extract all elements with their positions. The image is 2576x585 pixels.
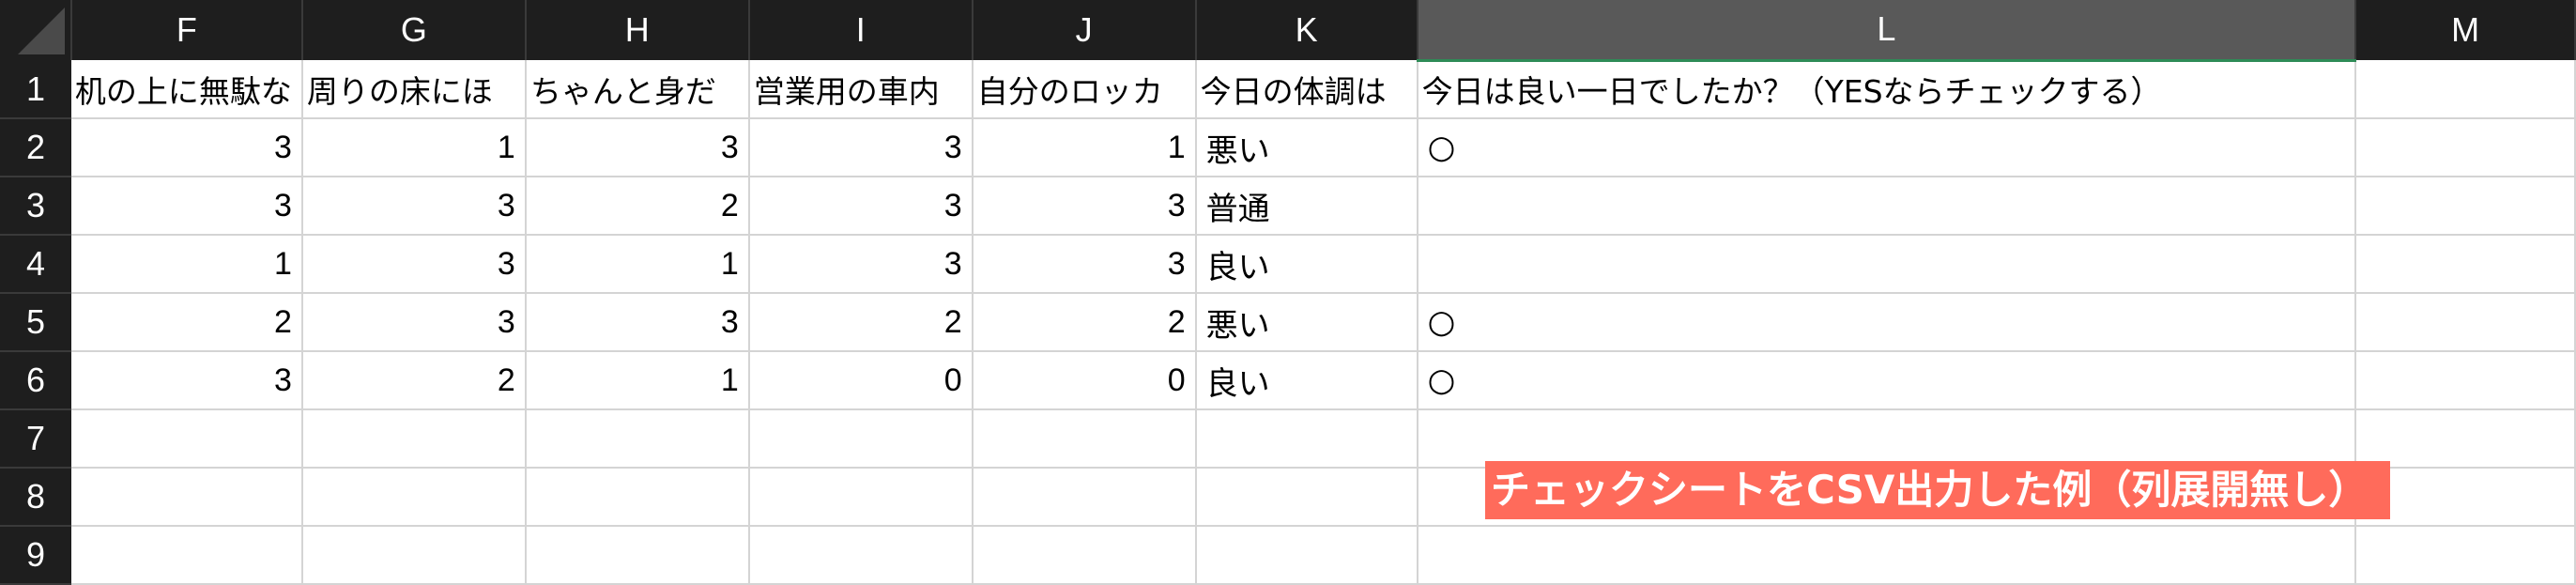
cell-g7[interactable] — [301, 409, 527, 469]
cell-k2[interactable]: 悪い — [1195, 118, 1418, 177]
cell-g9[interactable] — [301, 526, 527, 585]
cell-h4[interactable]: 1 — [525, 235, 750, 294]
row-header-2[interactable]: 2 — [0, 118, 71, 177]
cell-h9[interactable] — [525, 526, 750, 585]
cell-k9[interactable] — [1195, 526, 1418, 585]
cell-f8[interactable] — [70, 468, 303, 527]
row-header-8[interactable]: 8 — [0, 468, 71, 527]
cell-l3[interactable] — [1417, 177, 2357, 236]
cell-m3[interactable] — [2355, 177, 2576, 236]
row-header-9[interactable]: 9 — [0, 526, 71, 585]
cell-i6[interactable]: 0 — [748, 351, 974, 410]
cell-h3[interactable]: 2 — [525, 177, 750, 236]
cell-l1[interactable]: 今日は良い一日でしたか？（YESならチェックする） — [1417, 60, 2357, 119]
cell-m9[interactable] — [2355, 526, 2576, 585]
cell-g4[interactable]: 3 — [301, 235, 527, 294]
select-all-corner[interactable] — [0, 0, 72, 60]
cell-f9[interactable] — [70, 526, 303, 585]
cell-g1[interactable]: 周りの床にほ — [301, 60, 527, 119]
cell-h7[interactable] — [525, 409, 750, 469]
row-header-4[interactable]: 4 — [0, 235, 71, 294]
cell-m5[interactable] — [2355, 293, 2576, 352]
cell-f7[interactable] — [70, 409, 303, 469]
cell-l5[interactable]: ○ — [1417, 293, 2357, 352]
column-header-m[interactable]: M — [2355, 0, 2576, 60]
column-header-i[interactable]: I — [748, 0, 974, 60]
cell-g5[interactable]: 3 — [301, 293, 527, 352]
cell-k7[interactable] — [1195, 409, 1418, 469]
cell-l2[interactable]: ○ — [1417, 118, 2357, 177]
cell-j2[interactable]: 1 — [972, 118, 1197, 177]
cell-j5[interactable]: 2 — [972, 293, 1197, 352]
row-header-5[interactable]: 5 — [0, 293, 71, 352]
cell-g6[interactable]: 2 — [301, 351, 527, 410]
column-header-l[interactable]: L — [1417, 0, 2357, 62]
cell-k1[interactable]: 今日の体調は — [1195, 60, 1418, 119]
column-header-f[interactable]: F — [70, 0, 303, 60]
cell-k3[interactable]: 普通 — [1195, 177, 1418, 236]
cell-h6[interactable]: 1 — [525, 351, 750, 410]
row-header-6[interactable]: 6 — [0, 351, 71, 410]
cell-j9[interactable] — [972, 526, 1197, 585]
cell-i8[interactable] — [748, 468, 974, 527]
annotation-label: チェックシートをCSV出力した例（列展開無し） — [1485, 461, 2391, 519]
cell-l6[interactable]: ○ — [1417, 351, 2357, 410]
cell-m2[interactable] — [2355, 118, 2576, 177]
cell-h1[interactable]: ちゃんと身だ — [525, 60, 750, 119]
cell-k6[interactable]: 良い — [1195, 351, 1418, 410]
row-header-3[interactable]: 3 — [0, 177, 71, 236]
cell-h5[interactable]: 3 — [525, 293, 750, 352]
cell-j8[interactable] — [972, 468, 1197, 527]
cell-i4[interactable]: 3 — [748, 235, 974, 294]
cell-m4[interactable] — [2355, 235, 2576, 294]
circle-mark-icon: ○ — [1427, 303, 1456, 341]
cell-i7[interactable] — [748, 409, 974, 469]
cell-f5[interactable]: 2 — [70, 293, 303, 352]
circle-mark-icon: ○ — [1427, 129, 1456, 166]
cell-k4[interactable]: 良い — [1195, 235, 1418, 294]
cell-j3[interactable]: 3 — [972, 177, 1197, 236]
cell-g3[interactable]: 3 — [301, 177, 527, 236]
cell-k8[interactable] — [1195, 468, 1418, 527]
cell-l7[interactable] — [1417, 409, 2357, 469]
cell-i9[interactable] — [748, 526, 974, 585]
column-header-j[interactable]: J — [972, 0, 1197, 60]
cell-j1[interactable]: 自分のロッカ — [972, 60, 1197, 119]
circle-mark-icon: ○ — [1427, 362, 1456, 399]
cell-f3[interactable]: 3 — [70, 177, 303, 236]
column-header-h[interactable]: H — [525, 0, 750, 60]
cell-f4[interactable]: 1 — [70, 235, 303, 294]
cell-l9[interactable] — [1417, 526, 2357, 585]
cell-i5[interactable]: 2 — [748, 293, 974, 352]
cell-i2[interactable]: 3 — [748, 118, 974, 177]
cell-g8[interactable] — [301, 468, 527, 527]
cell-j4[interactable]: 3 — [972, 235, 1197, 294]
cell-f2[interactable]: 3 — [70, 118, 303, 177]
row-header-1[interactable]: 1 — [0, 60, 71, 119]
cell-m7[interactable] — [2355, 409, 2576, 469]
cell-j6[interactable]: 0 — [972, 351, 1197, 410]
cell-h2[interactable]: 3 — [525, 118, 750, 177]
cell-j7[interactable] — [972, 409, 1197, 469]
cell-h8[interactable] — [525, 468, 750, 527]
cell-m1[interactable] — [2355, 60, 2576, 119]
cell-f1[interactable]: 机の上に無駄な — [70, 60, 303, 119]
cell-l4[interactable] — [1417, 235, 2357, 294]
cell-m6[interactable] — [2355, 351, 2576, 410]
cell-g2[interactable]: 1 — [301, 118, 527, 177]
cell-k5[interactable]: 悪い — [1195, 293, 1418, 352]
column-header-k[interactable]: K — [1195, 0, 1418, 60]
cell-i1[interactable]: 営業用の車内 — [748, 60, 974, 119]
row-header-7[interactable]: 7 — [0, 409, 71, 469]
cell-i3[interactable]: 3 — [748, 177, 974, 236]
column-header-g[interactable]: G — [301, 0, 527, 60]
cell-f6[interactable]: 3 — [70, 351, 303, 410]
